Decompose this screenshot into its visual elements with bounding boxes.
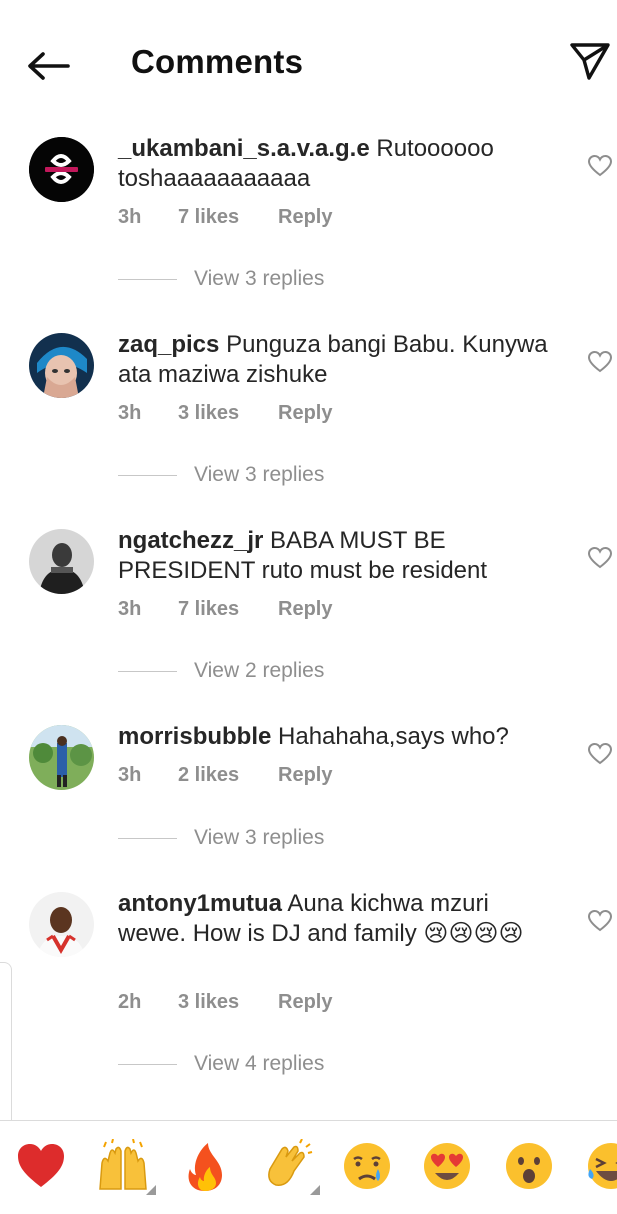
comment-text: Hahahaha,says who?	[278, 723, 509, 750]
heart-outline-icon[interactable]	[587, 350, 613, 374]
heart-outline-icon[interactable]	[587, 742, 613, 766]
raising-hands-icon[interactable]	[96, 1138, 156, 1195]
username[interactable]: zaq_pics	[118, 331, 219, 358]
comment-time: 2h	[118, 991, 142, 1013]
comment-time: 3h	[118, 402, 142, 424]
avatar[interactable]	[29, 892, 94, 957]
comment-meta: 3h 3 likes Reply	[118, 402, 332, 425]
view-replies-button[interactable]: View 3 replies	[118, 267, 324, 291]
replies-divider	[118, 670, 177, 672]
replies-divider	[118, 474, 177, 476]
heart-outline-icon[interactable]	[587, 154, 613, 178]
likes-count[interactable]: 3 likes	[178, 991, 278, 1014]
comment-time: 3h	[118, 598, 142, 620]
username[interactable]: morrisbubble	[118, 723, 271, 750]
skin-tone-indicator	[310, 1185, 320, 1195]
heart-outline-icon[interactable]	[587, 909, 613, 933]
reply-button[interactable]: Reply	[278, 402, 332, 425]
likes-count[interactable]: 7 likes	[178, 598, 278, 621]
view-replies-button[interactable]: View 3 replies	[118, 826, 324, 850]
username[interactable]: _ukambani_s.a.v.a.g.e	[118, 135, 370, 162]
replies-divider	[118, 1063, 177, 1065]
avatar[interactable]	[29, 725, 94, 790]
reply-button[interactable]: Reply	[278, 991, 332, 1014]
fire-icon[interactable]	[178, 1139, 232, 1193]
back-arrow-icon[interactable]	[26, 44, 76, 88]
skin-tone-indicator	[146, 1185, 156, 1195]
surprised-face-icon[interactable]	[502, 1139, 556, 1193]
likes-count[interactable]: 7 likes	[178, 206, 278, 229]
reply-button[interactable]: Reply	[278, 764, 332, 787]
username[interactable]: antony1mutua	[118, 890, 282, 917]
reply-button[interactable]: Reply	[278, 598, 332, 621]
emoji-reaction-bar	[0, 1120, 617, 1214]
clapping-hands-icon[interactable]	[260, 1138, 320, 1195]
comment-meta: 3h 7 likes Reply	[118, 206, 332, 229]
view-replies-button[interactable]: View 2 replies	[118, 659, 324, 683]
heart-outline-icon[interactable]	[587, 546, 613, 570]
header: Comments	[0, 0, 617, 120]
view-replies-button[interactable]: View 4 replies	[118, 1052, 324, 1076]
username[interactable]: ngatchezz_jr	[118, 527, 263, 554]
comment-meta: 3h 7 likes Reply	[118, 598, 332, 621]
replies-divider	[118, 278, 177, 280]
avatar[interactable]	[29, 529, 94, 594]
avatar[interactable]	[29, 137, 94, 202]
page-title: Comments	[131, 43, 304, 80]
avatar[interactable]	[29, 333, 94, 398]
likes-count[interactable]: 2 likes	[178, 764, 278, 787]
laughing-face-icon[interactable]	[584, 1139, 617, 1193]
red-heart-icon[interactable]	[14, 1139, 68, 1193]
crying-face-icon[interactable]	[340, 1139, 394, 1193]
comment-meta: 2h 3 likes Reply	[118, 991, 332, 1014]
likes-count[interactable]: 3 likes	[178, 402, 278, 425]
view-replies-button[interactable]: View 3 replies	[118, 463, 324, 487]
replies-divider	[118, 837, 177, 839]
heart-eyes-face-icon[interactable]	[420, 1139, 474, 1193]
reply-button[interactable]: Reply	[278, 206, 332, 229]
comment-time: 3h	[118, 206, 142, 228]
send-icon[interactable]	[568, 40, 614, 84]
comment-meta: 3h 2 likes Reply	[118, 764, 332, 787]
comment-time: 3h	[118, 764, 142, 786]
